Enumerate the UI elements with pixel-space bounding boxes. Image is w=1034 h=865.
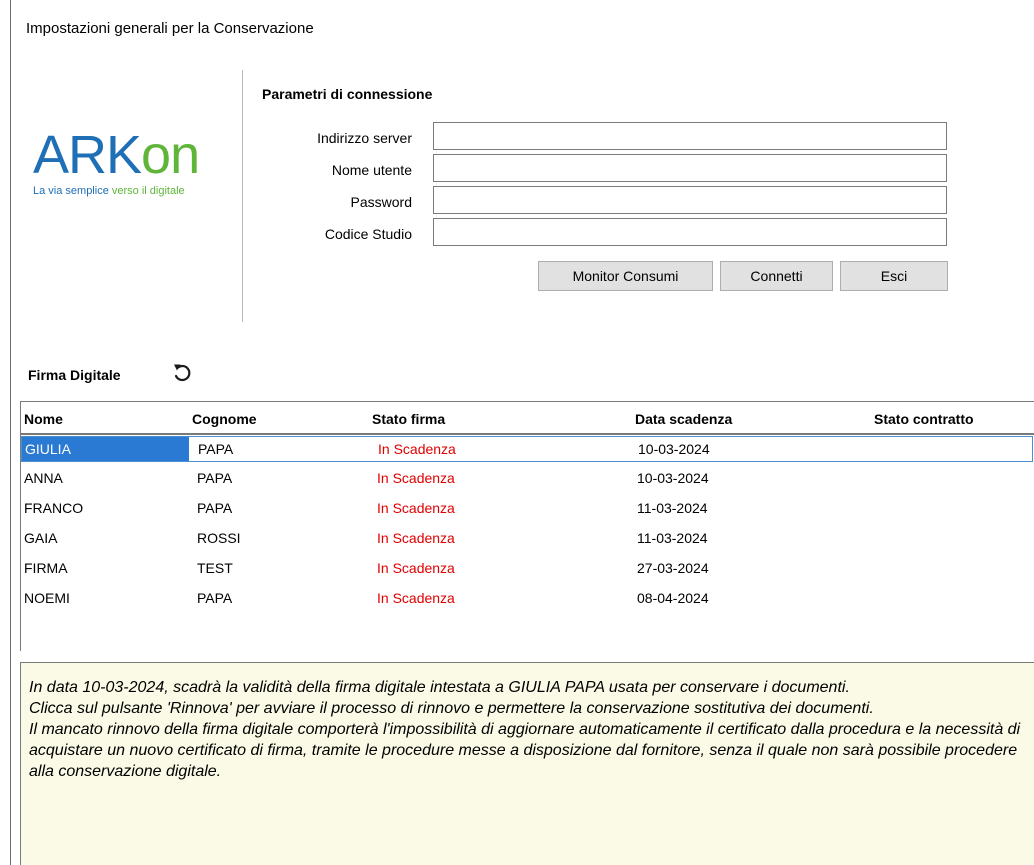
table-row[interactable]: GIULIA PAPA In Scadenza 10-03-2024 bbox=[21, 436, 1033, 462]
cell-stato-firma[interactable]: In Scadenza bbox=[377, 530, 455, 546]
page-title: Impostazioni generali per la Conservazio… bbox=[26, 20, 314, 37]
studio-code-input[interactable] bbox=[433, 218, 947, 246]
cell-stato-firma[interactable]: In Scadenza bbox=[377, 500, 455, 516]
message-paragraph-warning: Il mancato rinnovo della firma digitale … bbox=[29, 721, 1021, 780]
column-header-stato-firma[interactable]: Stato firma bbox=[372, 411, 445, 427]
cell-cognome[interactable]: PAPA bbox=[197, 500, 232, 516]
cell-nome[interactable]: ANNA bbox=[24, 470, 63, 486]
column-header-stato-contratto[interactable]: Stato contratto bbox=[874, 411, 974, 427]
username-input[interactable] bbox=[433, 154, 947, 182]
column-header-data-scadenza[interactable]: Data scadenza bbox=[635, 411, 732, 427]
cell-data-scadenza[interactable]: 11-03-2024 bbox=[637, 530, 708, 546]
cell-data-scadenza[interactable]: 10-03-2024 bbox=[637, 470, 709, 486]
cell-data-scadenza[interactable]: 11-03-2024 bbox=[637, 500, 708, 516]
message-paragraph-renew: Clicca sul pulsante 'Rinnova' per avviar… bbox=[29, 700, 874, 717]
firma-digitale-title: Firma Digitale bbox=[28, 367, 121, 383]
message-paragraph-expiry: In data 10-03-2024, scadrà la validità d… bbox=[29, 679, 850, 696]
cell-nome[interactable]: NOEMI bbox=[24, 590, 70, 606]
cell-cognome[interactable]: PAPA bbox=[197, 590, 232, 606]
window-left-border bbox=[10, 0, 11, 865]
header-separator bbox=[21, 433, 1034, 435]
cell-stato-firma[interactable]: In Scadenza bbox=[377, 560, 455, 576]
cell-data-scadenza[interactable]: 08-04-2024 bbox=[637, 590, 709, 606]
table-row[interactable]: ANNA PAPA In Scadenza 10-03-2024 bbox=[21, 466, 1034, 492]
logo-tagline: La via semplice verso il digitale bbox=[33, 185, 185, 197]
cell-cognome[interactable]: PAPA bbox=[198, 441, 233, 457]
cell-cognome[interactable]: TEST bbox=[197, 560, 233, 576]
monitor-consumi-button[interactable]: Monitor Consumi bbox=[538, 261, 713, 291]
expiry-message-panel: In data 10-03-2024, scadrà la validità d… bbox=[20, 662, 1034, 865]
cell-cognome[interactable]: PAPA bbox=[197, 470, 232, 486]
vertical-divider bbox=[242, 70, 243, 322]
username-label: Nome utente bbox=[331, 162, 412, 178]
table-row[interactable]: NOEMI PAPA In Scadenza 08-04-2024 bbox=[21, 586, 1034, 612]
table-row[interactable]: GAIA ROSSI In Scadenza 11-03-2024 bbox=[21, 526, 1034, 552]
refresh-icon[interactable] bbox=[171, 361, 193, 383]
firma-table: Nome Cognome Stato firma Data scadenza S… bbox=[20, 401, 1034, 651]
exit-button[interactable]: Esci bbox=[840, 261, 948, 291]
cell-nome[interactable]: FIRMA bbox=[24, 560, 68, 576]
logo-wordmark: ARKon bbox=[33, 125, 200, 185]
column-header-nome[interactable]: Nome bbox=[24, 411, 63, 427]
cell-stato-firma[interactable]: In Scadenza bbox=[378, 441, 456, 457]
password-input[interactable] bbox=[433, 186, 947, 214]
cell-cognome[interactable]: ROSSI bbox=[197, 530, 241, 546]
table-row[interactable]: FIRMA TEST In Scadenza 27-03-2024 bbox=[21, 556, 1034, 582]
password-label: Password bbox=[350, 194, 412, 210]
table-row[interactable]: FRANCO PAPA In Scadenza 11-03-2024 bbox=[21, 496, 1034, 522]
cell-stato-firma[interactable]: In Scadenza bbox=[377, 470, 455, 486]
column-header-cognome[interactable]: Cognome bbox=[192, 411, 257, 427]
cell-data-scadenza[interactable]: 27-03-2024 bbox=[637, 560, 709, 576]
cell-nome[interactable]: GIULIA bbox=[22, 437, 189, 461]
cell-nome[interactable]: GAIA bbox=[24, 530, 57, 546]
server-address-label: Indirizzo server bbox=[317, 130, 412, 146]
server-address-input[interactable] bbox=[433, 122, 947, 150]
cell-stato-firma[interactable]: In Scadenza bbox=[377, 590, 455, 606]
studio-code-label: Codice Studio bbox=[324, 226, 412, 242]
arkon-logo: ARKon La via semplice verso il digitale bbox=[33, 128, 233, 218]
cell-nome[interactable]: FRANCO bbox=[24, 500, 83, 516]
connect-button[interactable]: Connetti bbox=[720, 261, 833, 291]
cell-data-scadenza[interactable]: 10-03-2024 bbox=[638, 441, 710, 457]
connection-section-title: Parametri di connessione bbox=[262, 86, 433, 102]
